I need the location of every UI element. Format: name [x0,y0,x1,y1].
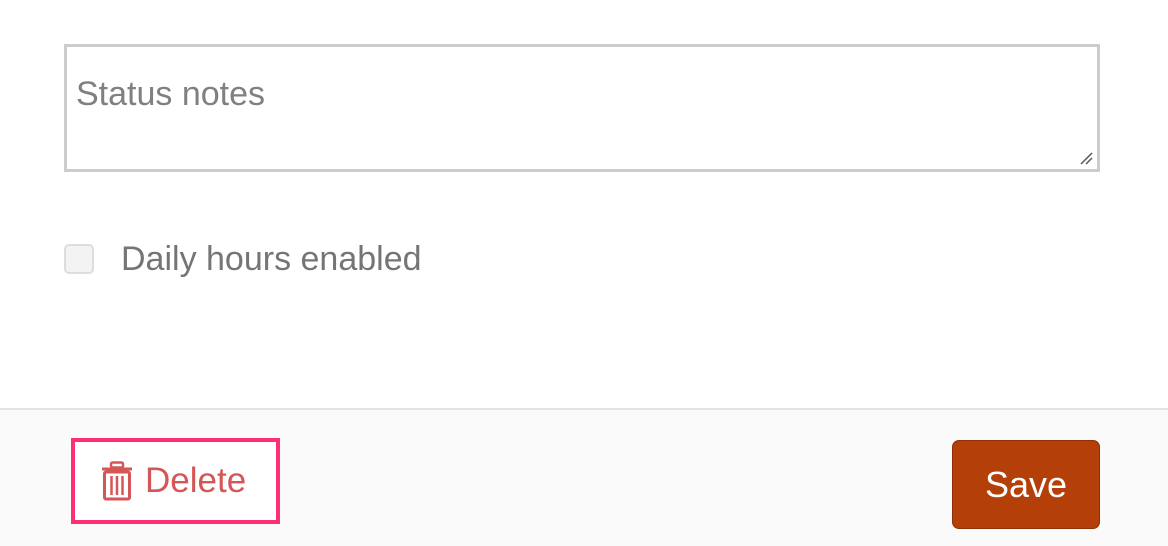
daily-hours-checkbox[interactable] [64,244,94,274]
trash-icon [102,461,132,501]
edit-form: Daily hours enabled [0,0,1168,408]
delete-button-label: Delete [145,461,247,500]
daily-hours-row: Daily hours enabled [64,242,422,276]
status-notes-box [64,44,1100,172]
delete-button[interactable]: Delete [71,438,280,524]
daily-hours-label[interactable]: Daily hours enabled [121,242,422,276]
save-button[interactable]: Save [952,440,1100,529]
status-notes-textarea[interactable] [67,47,1097,169]
save-button-label: Save [984,463,1068,505]
resize-grip-icon[interactable] [1079,151,1093,165]
